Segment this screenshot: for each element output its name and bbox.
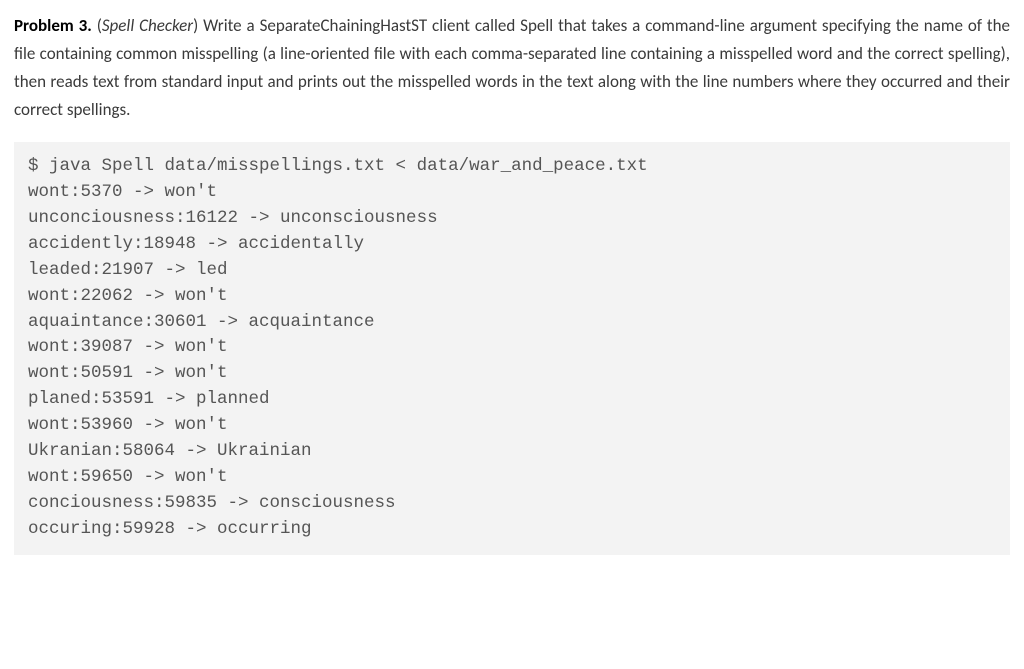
output-line: wont:5370 -> won't (28, 182, 217, 202)
output-line: aquaintance:30601 -> acquaintance (28, 312, 375, 332)
output-line: conciousness:59835 -> consciousness (28, 493, 396, 513)
output-line: leaded:21907 -> led (28, 260, 228, 280)
output-line: wont:22062 -> won't (28, 286, 228, 306)
problem-label: Problem 3. (14, 15, 92, 36)
output-line: wont:50591 -> won't (28, 363, 228, 383)
output-line: accidently:18948 -> accidentally (28, 234, 364, 254)
output-line: planed:53591 -> planned (28, 389, 270, 409)
code-output-block: $ java Spell data/misspellings.txt < dat… (14, 142, 1010, 554)
output-line: unconciousness:16122 -> unconsciousness (28, 208, 438, 228)
command-line: $ java Spell data/misspellings.txt < dat… (28, 156, 648, 176)
output-line: wont:53960 -> won't (28, 415, 228, 435)
problem-title: Spell Checker (102, 15, 193, 36)
problem-title-close-paren: ) (193, 15, 203, 36)
problem-statement: Problem 3. (Spell Checker) Write a Separ… (14, 12, 1010, 124)
output-line: occuring:59928 -> occurring (28, 519, 312, 539)
output-line: Ukranian:58064 -> Ukrainian (28, 441, 312, 461)
output-line: wont:59650 -> won't (28, 467, 228, 487)
output-line: wont:39087 -> won't (28, 337, 228, 357)
